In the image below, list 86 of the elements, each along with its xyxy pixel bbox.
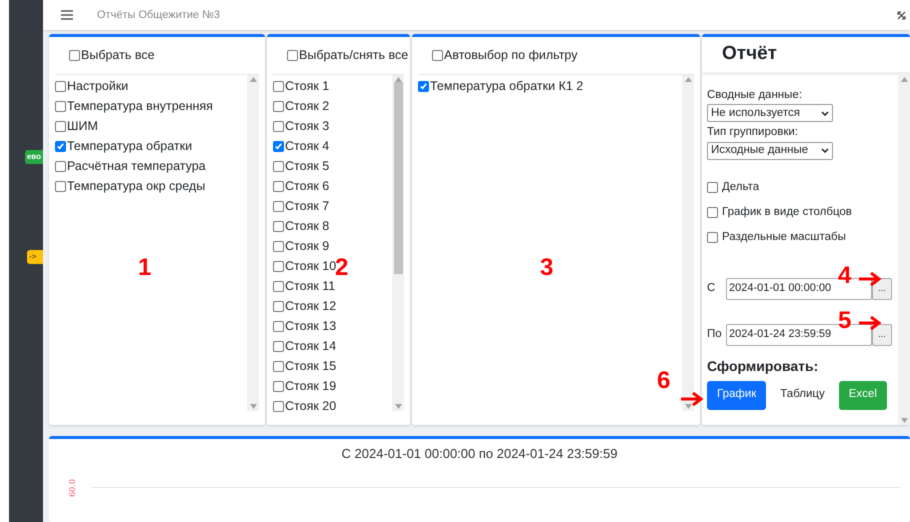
checkbox-label[interactable]: Стояк 15: [285, 356, 336, 376]
checkbox-label[interactable]: Стояк 13: [285, 316, 336, 336]
chart-title: С 2024-01-01 00:00:00 по 2024-01-24 23:59:59: [342, 445, 618, 463]
annotation-arrow-icon: [858, 316, 882, 330]
checkbox-label[interactable]: Выбрать все: [81, 46, 155, 65]
checkbox[interactable]: [273, 180, 284, 192]
checkbox-label[interactable]: Стояк 14: [285, 336, 336, 356]
checkbox[interactable]: [707, 232, 718, 243]
select-field[interactable]: Не используется: [707, 104, 833, 122]
checkbox[interactable]: [273, 260, 284, 272]
checkbox[interactable]: [273, 100, 284, 112]
checkbox[interactable]: [273, 160, 284, 172]
checkbox[interactable]: [273, 140, 284, 152]
checkbox[interactable]: [273, 360, 284, 372]
checkbox[interactable]: [273, 320, 284, 332]
checkbox[interactable]: [273, 300, 284, 312]
annotation-arrow-icon: [858, 272, 882, 286]
checkbox[interactable]: [55, 140, 66, 152]
checkbox[interactable]: [287, 50, 298, 61]
checkbox[interactable]: [55, 160, 66, 172]
checkbox[interactable]: [55, 80, 66, 92]
axis-label: 60.0: [66, 478, 78, 496]
checkbox-label[interactable]: Автовыбор по фильтру: [444, 46, 578, 65]
checkbox[interactable]: [69, 50, 80, 61]
checkbox[interactable]: [707, 207, 718, 218]
checkbox-label[interactable]: Стояк 12: [285, 296, 336, 316]
report-title: Отчёт: [722, 42, 777, 66]
badge: ->: [27, 250, 43, 264]
annotation-number: 1: [138, 256, 152, 280]
field-label: С: [707, 280, 716, 296]
checkbox-label[interactable]: Стояк 3: [285, 116, 330, 136]
annotation-number: 3: [540, 256, 554, 280]
checkbox-label[interactable]: Стояк 19: [285, 376, 336, 396]
picker-button[interactable]: ...: [872, 324, 892, 346]
menu-icon[interactable]: [61, 10, 73, 20]
checkbox[interactable]: [55, 180, 66, 192]
section-label: Сформировать:: [707, 356, 820, 376]
checkbox-label[interactable]: Стояк 1: [285, 76, 330, 96]
checkbox-label[interactable]: Стояк 4: [285, 136, 330, 156]
checkbox[interactable]: [273, 220, 284, 232]
checkbox-label[interactable]: ШИМ: [67, 116, 98, 136]
checkbox-label[interactable]: Стояк 8: [285, 216, 330, 236]
checkbox[interactable]: [273, 280, 284, 292]
checkbox-label[interactable]: График в виде столбцов: [722, 204, 852, 222]
annotation-arrow-icon: [680, 392, 704, 406]
checkbox-label[interactable]: Дельта: [722, 178, 760, 196]
chevron-down-icon: [821, 110, 829, 116]
checkbox-label[interactable]: Стояк 6: [285, 176, 330, 196]
checkbox-label[interactable]: Стояк 20: [285, 396, 336, 416]
checkbox[interactable]: [273, 120, 284, 132]
field-label: Сводные данные:: [707, 88, 804, 103]
checkbox-label[interactable]: Раздельные масштабы: [722, 228, 846, 246]
select-field[interactable]: Исходные данные: [707, 142, 833, 160]
checkbox-label[interactable]: Температура обратки К1 2: [430, 76, 584, 96]
checkbox-label[interactable]: Стояк 10: [285, 256, 336, 276]
checkbox[interactable]: [55, 100, 66, 112]
checkbox-label[interactable]: Стояк 11: [285, 276, 336, 296]
checkbox-label[interactable]: Стояк 7: [285, 196, 330, 216]
field-label: Тип группировки:: [707, 125, 800, 140]
annotation-number: 2: [335, 256, 348, 280]
checkbox[interactable]: [432, 50, 443, 61]
badge: ево: [24, 150, 43, 164]
checkbox[interactable]: [273, 240, 284, 252]
checkbox[interactable]: [273, 80, 284, 92]
checkbox[interactable]: [55, 120, 66, 132]
checkbox[interactable]: [273, 400, 284, 412]
action-button[interactable]: График: [707, 380, 766, 410]
checkbox-label[interactable]: Расчётная температура: [67, 156, 206, 176]
checkbox-label[interactable]: Температура обратки: [67, 136, 192, 156]
checkbox-label[interactable]: Стояк 2: [285, 96, 330, 116]
checkbox-label[interactable]: Выбрать/снять все: [299, 46, 408, 65]
checkbox-label[interactable]: Температура внутренняя: [67, 96, 213, 116]
checkbox[interactable]: [707, 182, 718, 193]
annotation-number: 6: [657, 369, 670, 393]
expand-icon[interactable]: [897, 10, 906, 20]
checkbox[interactable]: [273, 340, 284, 352]
checkbox-label[interactable]: Настройки: [67, 76, 128, 96]
checkbox-label[interactable]: Стояк 9: [285, 236, 330, 256]
page-title: Отчёты Общежитие №3: [97, 8, 220, 23]
checkbox-label[interactable]: Стояк 5: [285, 156, 330, 176]
field-label: По: [707, 326, 723, 342]
chevron-down-icon: [821, 148, 829, 153]
checkbox-label[interactable]: Температура окр среды: [67, 176, 206, 196]
checkbox[interactable]: [273, 380, 284, 392]
checkbox[interactable]: [418, 80, 429, 92]
checkbox[interactable]: [273, 200, 284, 212]
